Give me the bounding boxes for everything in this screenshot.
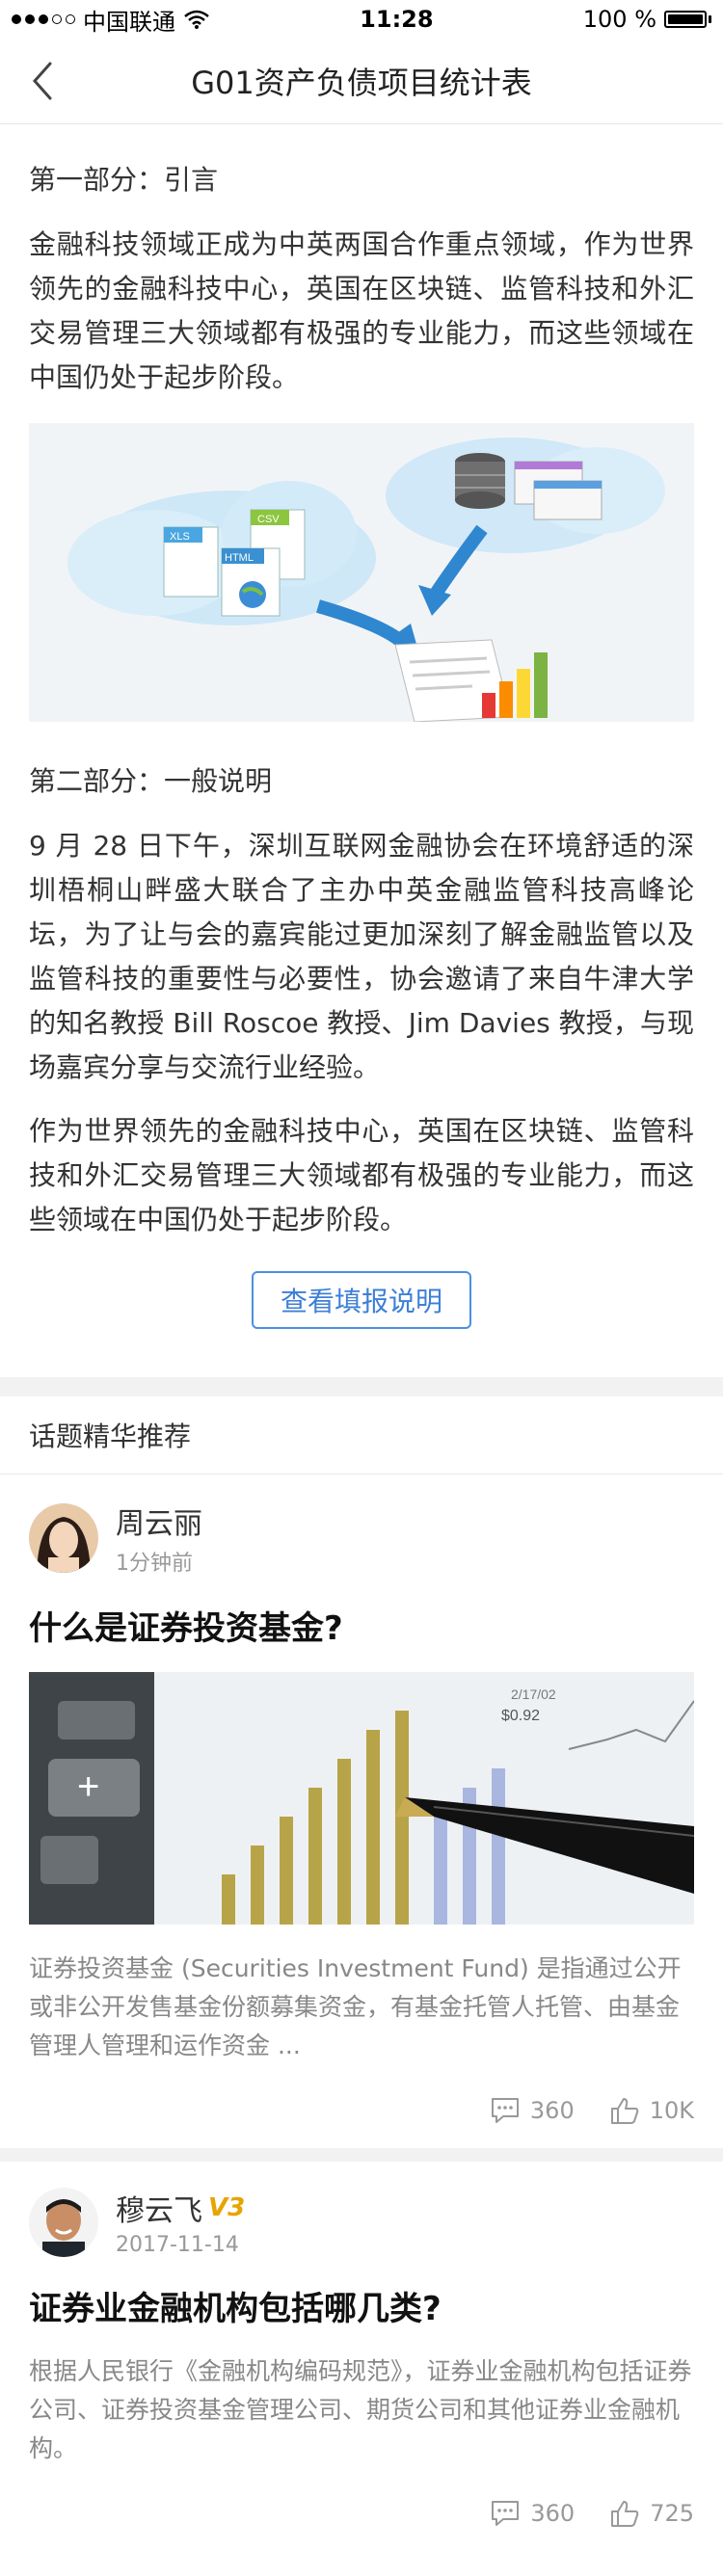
comment-button[interactable]: 360 <box>490 2499 575 2528</box>
thumbs-up-icon <box>610 2098 638 2124</box>
post-title[interactable]: 什么是证券投资基金? <box>29 1602 694 1649</box>
carrier-label: 中国联通 <box>83 8 175 36</box>
post-author[interactable]: 周云丽 1分钟前 <box>29 1500 694 1577</box>
section-divider <box>0 1377 723 1396</box>
post-card[interactable]: 穆云飞 V3 2017-11-14 证券业金融机构包括哪几类? 根据人民银行《金… <box>0 2162 723 2551</box>
page-title: G01资产负债项目统计表 <box>191 65 532 101</box>
battery-percent: 100 % <box>582 6 656 33</box>
like-button[interactable]: 725 <box>609 2499 694 2528</box>
post-title[interactable]: 证券业金融机构包括哪几类? <box>29 2282 694 2329</box>
comment-icon <box>491 2098 519 2123</box>
hero-illustration: XLS CSV HTML <box>29 423 694 722</box>
avatar[interactable] <box>29 2187 98 2257</box>
section2-title: 第二部分：一般说明 <box>29 765 273 797</box>
status-bar: 中国联通 11:28 100 % <box>0 0 723 39</box>
avatar[interactable] <box>29 1503 98 1573</box>
post-author[interactable]: 穆云飞 V3 2017-11-14 <box>29 2187 694 2257</box>
like-count: 725 <box>650 2500 694 2527</box>
intro-paragraph-1: 金融科技领域正成为中英两国合作重点领域，作为世界领先的金融科技中心，英国在区块链… <box>29 228 694 393</box>
svg-text:2/17/02: 2/17/02 <box>511 1686 556 1702</box>
post-time: 2017-11-14 <box>116 2233 239 2257</box>
instructions-button-wrap: 查看填报说明 <box>29 1271 694 1329</box>
svg-text:+: + <box>77 1766 99 1808</box>
author-name: 周云丽 <box>116 1507 202 1541</box>
comment-icon <box>492 2501 520 2526</box>
svg-text:HTML: HTML <box>225 552 254 564</box>
comment-count: 360 <box>529 2097 575 2124</box>
section1-title: 第一部分：引言 <box>29 164 219 196</box>
finance-photo: + 2/17/02 $0.92 <box>29 1672 694 1925</box>
intro-section: 第一部分：引言 金融科技领域正成为中英两国合作重点领域，作为世界领先的金融科技中… <box>0 159 723 1329</box>
comment-count: 360 <box>530 2500 576 2527</box>
nav-bar: G01资产负债项目统计表 <box>0 39 723 124</box>
vip-badge: V3 <box>208 2193 246 2222</box>
back-chevron-icon[interactable] <box>25 60 64 102</box>
view-instructions-button[interactable]: 查看填报说明 <box>252 1271 471 1329</box>
svg-text:XLS: XLS <box>170 531 190 543</box>
post-image[interactable]: + 2/17/02 $0.92 <box>29 1672 694 1925</box>
clock: 11:28 <box>360 6 434 33</box>
data-cloud-illustration: XLS CSV HTML <box>67 438 665 722</box>
post-actions: 360 725 <box>29 2485 694 2551</box>
recommend-header: 话题精华推荐 <box>0 1396 723 1474</box>
comment-button[interactable]: 360 <box>490 2096 575 2125</box>
post-actions: 360 10K <box>29 2083 694 2148</box>
like-count: 10K <box>649 2097 694 2124</box>
intro-paragraph-3: 作为世界领先的金融科技中心，英国在区块链、监管科技和外汇交易管理三大领域都有极强… <box>29 1115 694 1235</box>
wifi-icon <box>184 10 209 29</box>
post-divider <box>0 2148 723 2162</box>
post-card[interactable]: 周云丽 1分钟前 什么是证券投资基金? + 2/17/02 $0.92 证券投资… <box>0 1474 723 2148</box>
signal-icon <box>12 14 75 24</box>
status-left: 中国联通 <box>12 3 210 37</box>
thumbs-up-icon <box>611 2501 639 2527</box>
post-summary: 证券投资基金 (Securities Investment Fund) 是指通过… <box>29 1954 682 2059</box>
status-right: 100 % <box>583 6 711 33</box>
author-name: 穆云飞 V3 <box>116 2193 246 2228</box>
intro-paragraph-2: 9 月 28 日下午，深圳互联网金融协会在环境舒适的深圳梧桐山畔盛大联合了主办中… <box>29 830 694 1083</box>
like-button[interactable]: 10K <box>609 2096 694 2125</box>
svg-text:$0.92: $0.92 <box>501 1708 540 1724</box>
battery-icon <box>664 11 711 28</box>
svg-text:CSV: CSV <box>257 514 280 525</box>
post-summary: 根据人民银行《金融机构编码规范》，证券业金融机构包括证券公司、证券投资基金管理公… <box>29 2357 692 2462</box>
post-time: 1分钟前 <box>116 1552 193 1576</box>
